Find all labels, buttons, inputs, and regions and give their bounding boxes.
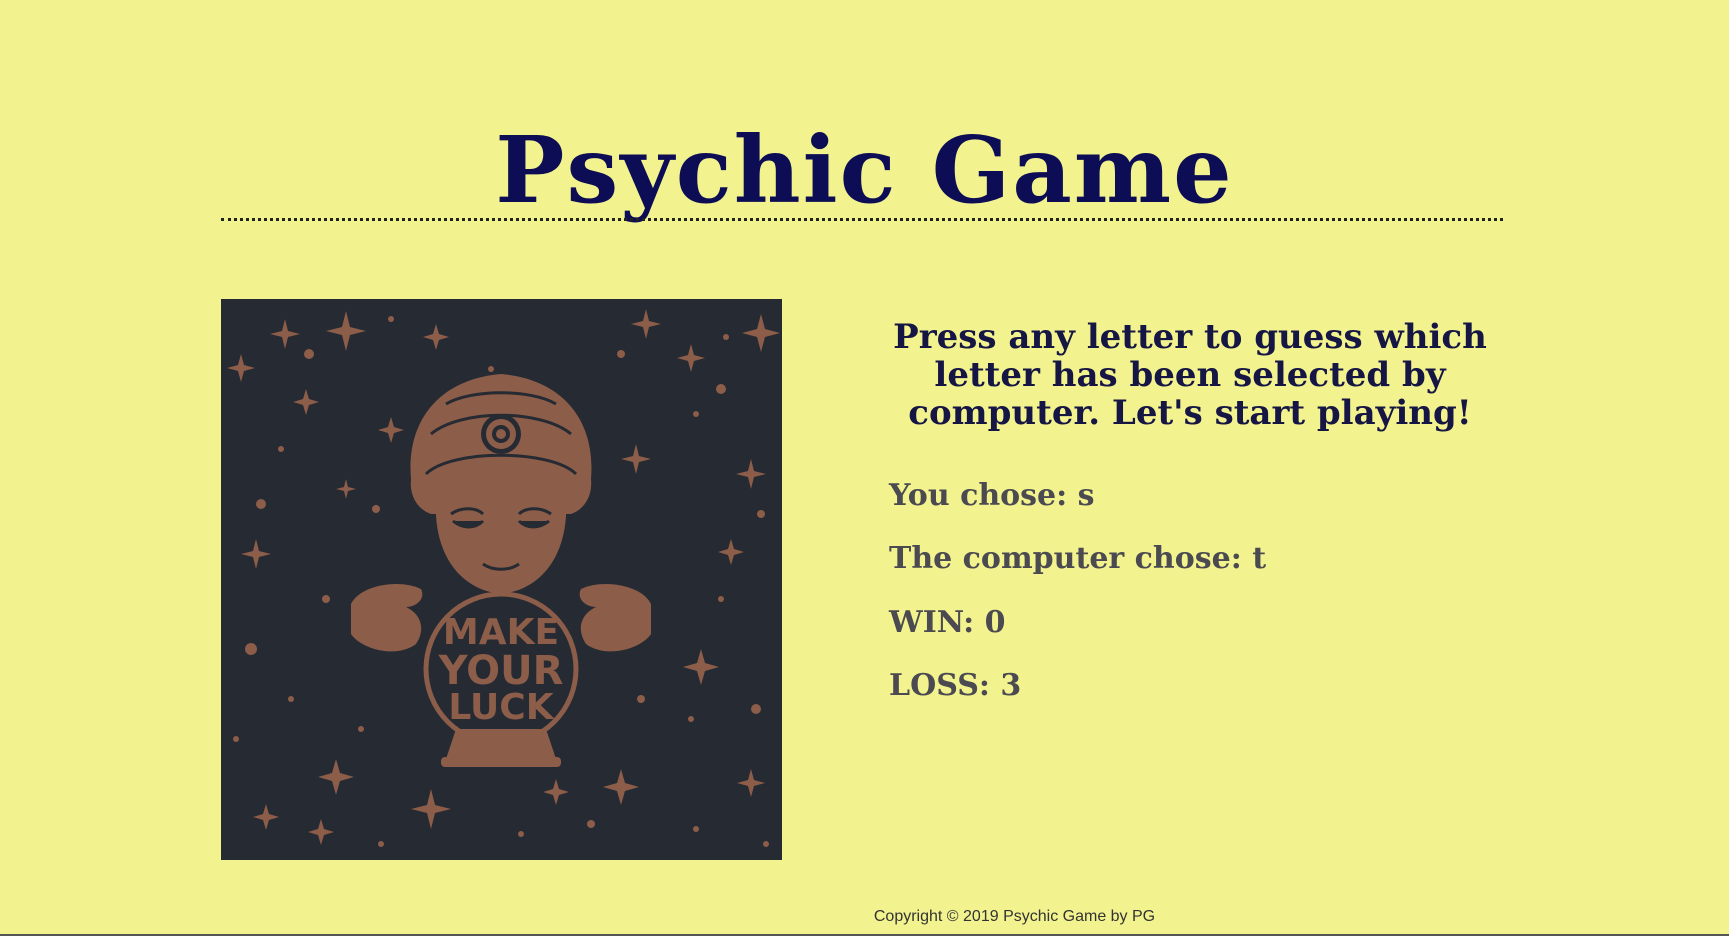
game-instructions: Press any letter to guess which letter h… [893,317,1487,433]
svg-text:LUCK: LUCK [448,687,554,728]
win-counter: WIN: 0 [889,605,1006,640]
copyright-footer: Copyright © 2019 Psychic Game by PG [873,908,1156,925]
svg-text:MAKE: MAKE [443,612,559,653]
computer-choice-display: The computer chose: t [889,541,1267,576]
dotted-divider [221,218,1503,221]
user-choice-display: You chose: s [889,478,1095,513]
page-title: Psychic Game [495,115,1234,224]
fortune-teller-image: MAKE YOUR LUCK [221,299,782,860]
loss-counter: LOSS: 3 [889,668,1022,703]
make-your-luck-emblem: MAKE YOUR LUCK [438,612,564,728]
